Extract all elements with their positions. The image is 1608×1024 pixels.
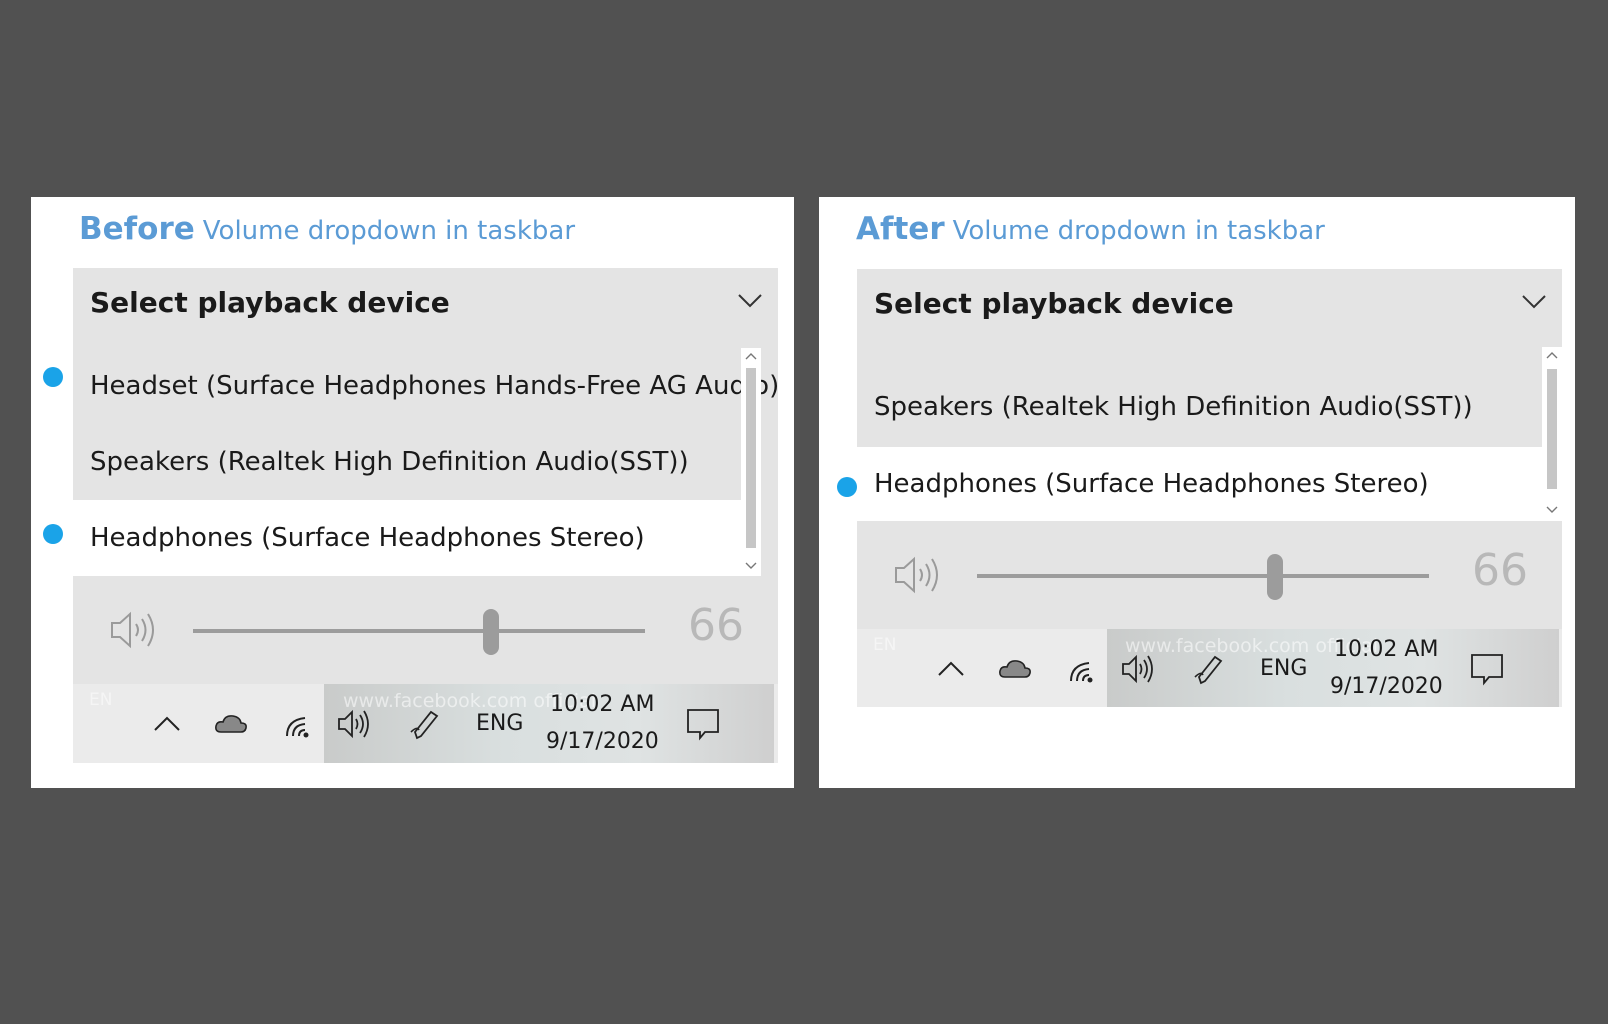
heading-bold: After <box>856 211 945 247</box>
notification-icon[interactable] <box>1469 651 1505 687</box>
pen-icon[interactable] <box>1191 651 1227 687</box>
device-label: Speakers (Realtek High Definition Audio(… <box>90 447 689 477</box>
volume-flyout: Select playback device Headset (Surface … <box>73 268 778 763</box>
volume-control: 66 <box>857 521 1562 629</box>
input-language[interactable]: ENG <box>1260 656 1307 681</box>
device-item-headset[interactable]: Headset (Surface Headphones Hands-Free A… <box>73 348 778 424</box>
scroll-up-icon[interactable] <box>1545 350 1559 360</box>
heading-subtitle: Volume dropdown in taskbar <box>202 216 576 246</box>
volume-flyout: Select playback device Speakers (Realtek… <box>857 269 1562 707</box>
device-item-speakers[interactable]: Speakers (Realtek High Definition Audio(… <box>73 424 741 500</box>
notification-icon[interactable] <box>685 706 721 742</box>
volume-slider-thumb[interactable] <box>1267 554 1284 600</box>
wifi-icon[interactable] <box>281 706 317 742</box>
input-language[interactable]: ENG <box>476 711 523 736</box>
taskbar: EN www.facebook.com official ENG 10:02 A… <box>857 629 1562 707</box>
heading-bold: Before <box>79 211 195 247</box>
speaker-icon[interactable] <box>893 553 947 597</box>
device-label: Speakers (Realtek High Definition Audio(… <box>874 392 1473 422</box>
device-list-scrollbar[interactable] <box>741 348 761 576</box>
device-label: Headset (Surface Headphones Hands-Free A… <box>90 371 778 401</box>
selected-dot <box>43 367 63 387</box>
scroll-up-icon[interactable] <box>744 351 758 361</box>
device-item-headphones[interactable]: Headphones (Surface Headphones Stereo) <box>73 500 741 576</box>
volume-control: 66 <box>73 576 778 684</box>
clock-date[interactable]: 9/17/2020 <box>546 729 659 754</box>
lang-watermark: EN <box>873 635 897 655</box>
scrollbar-thumb[interactable] <box>1547 369 1557 489</box>
volume-value: 66 <box>1472 545 1528 596</box>
chevron-up-icon[interactable] <box>933 651 969 687</box>
volume-slider-track[interactable] <box>193 629 645 633</box>
clock-time[interactable]: 10:02 AM <box>1334 637 1438 662</box>
before-panel: Before Volume dropdown in taskbar Select … <box>31 197 794 788</box>
volume-slider-thumb[interactable] <box>483 609 500 655</box>
volume-slider-track[interactable] <box>977 574 1429 578</box>
volume-icon[interactable] <box>1120 651 1156 687</box>
device-label: Headphones (Surface Headphones Stereo) <box>874 469 1429 499</box>
volume-value: 66 <box>688 600 744 651</box>
chevron-down-icon[interactable] <box>1520 287 1548 315</box>
clock-date[interactable]: 9/17/2020 <box>1330 674 1443 699</box>
taskbar: EN www.facebook.com official ENG 10:02 A… <box>73 684 778 763</box>
device-item-speakers[interactable]: Speakers (Realtek High Definition Audio(… <box>857 367 1542 447</box>
panel-heading: Before Volume dropdown in taskbar <box>79 211 575 247</box>
wifi-icon[interactable] <box>1065 651 1101 687</box>
onedrive-cloud-icon[interactable] <box>213 706 249 742</box>
onedrive-cloud-icon[interactable] <box>997 651 1033 687</box>
clock-time[interactable]: 10:02 AM <box>550 692 654 717</box>
scroll-down-icon[interactable] <box>744 561 758 571</box>
speaker-icon[interactable] <box>109 608 163 652</box>
playback-device-dropdown[interactable]: Select playback device <box>73 268 778 338</box>
chevron-up-icon[interactable] <box>149 706 185 742</box>
panel-heading: After Volume dropdown in taskbar <box>856 211 1325 247</box>
after-panel: After Volume dropdown in taskbar Select p… <box>819 197 1575 788</box>
volume-icon[interactable] <box>336 706 372 742</box>
dropdown-title: Select playback device <box>90 286 450 319</box>
dropdown-title: Select playback device <box>874 287 1234 320</box>
device-item-headphones[interactable]: Headphones (Surface Headphones Stereo) <box>857 447 1542 521</box>
device-label: Headphones (Surface Headphones Stereo) <box>90 523 645 553</box>
chevron-down-icon[interactable] <box>736 286 764 314</box>
playback-device-dropdown[interactable]: Select playback device <box>857 269 1562 339</box>
heading-subtitle: Volume dropdown in taskbar <box>952 216 1325 246</box>
scrollbar-thumb[interactable] <box>746 368 756 548</box>
selected-dot <box>837 477 857 497</box>
device-list-scrollbar[interactable] <box>1542 347 1562 521</box>
lang-watermark: EN <box>89 690 113 710</box>
selected-dot <box>43 524 63 544</box>
pen-icon[interactable] <box>407 706 443 742</box>
scroll-down-icon[interactable] <box>1545 505 1559 515</box>
